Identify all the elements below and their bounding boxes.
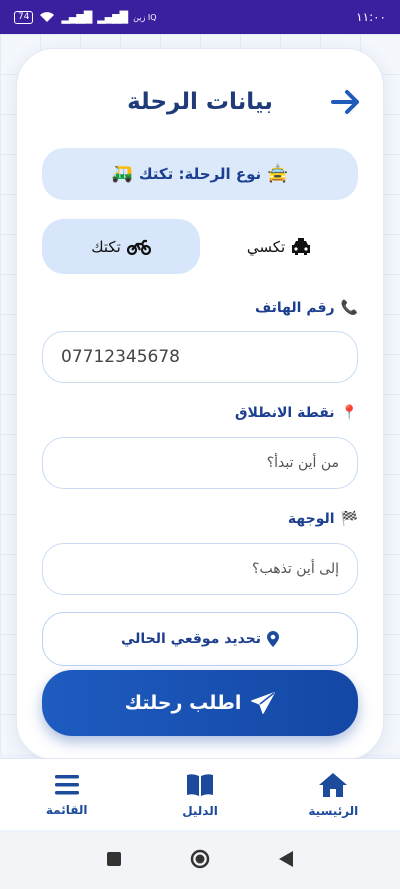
request-trip-label: اطلب رحلتك	[124, 692, 242, 714]
taxi-icon: 🚖	[267, 164, 289, 184]
send-icon	[251, 692, 276, 714]
nav-label: الرئيسية	[308, 803, 359, 818]
flag-icon: 🏁	[340, 511, 358, 527]
status-indicators: 74 ▂▄▆█ ▂▄▆█ زين IQ	[14, 10, 157, 24]
page-header: بيانات الرحلة	[16, 80, 384, 124]
vehicle-option-taxi[interactable]: تكسي	[200, 219, 358, 274]
phone-input[interactable]: 07712345678	[42, 331, 358, 383]
vehicle-toggle: تكتك تكسي	[42, 219, 358, 274]
location-pin-icon	[267, 631, 280, 647]
back-system-button[interactable]	[278, 850, 294, 872]
nav-label: القائمة	[45, 802, 88, 817]
menu-icon	[54, 774, 79, 794]
destination-label-text: الوجهة	[287, 511, 335, 527]
destination-placeholder: إلى أين تذهب؟	[252, 561, 339, 577]
home-icon	[319, 772, 348, 797]
origin-input[interactable]: من أين تبدأ؟	[42, 437, 358, 489]
wifi-icon	[40, 12, 55, 22]
request-trip-button[interactable]: اطلب رحلتك	[42, 670, 358, 736]
motorcycle-icon	[126, 239, 151, 255]
vehicle-option-tuktuk[interactable]: تكتك	[42, 219, 200, 274]
recents-button[interactable]	[106, 851, 122, 871]
arrow-right-icon	[331, 90, 359, 114]
carrier-name: زين IQ	[133, 12, 157, 22]
back-button[interactable]	[330, 86, 362, 118]
bottom-navigation: الرئيسية الدليل القائمة	[0, 758, 400, 830]
nav-item-guide[interactable]: الدليل	[140, 772, 260, 818]
status-bar: 74 ▂▄▆█ ▂▄▆█ زين IQ ١١:٠٠	[0, 0, 400, 34]
triangle-back-icon	[279, 850, 293, 867]
origin-label-text: نقطة الانطلاق	[234, 405, 335, 421]
car-icon	[292, 237, 311, 255]
phone-icon: 📞	[340, 300, 358, 316]
page-title: بيانات الرحلة	[127, 89, 273, 115]
system-navigation-bar	[0, 832, 400, 889]
origin-placeholder: من أين تبدأ؟	[266, 455, 339, 471]
rickshaw-icon: 🛺	[111, 164, 133, 184]
trip-type-text: نوع الرحلة: تكتك	[138, 165, 262, 183]
phone-value: 07712345678	[61, 347, 180, 367]
origin-label: 📍 نقطة الانطلاق	[235, 402, 358, 424]
destination-input[interactable]: إلى أين تذهب؟	[42, 543, 358, 595]
nav-label: الدليل	[182, 803, 218, 818]
locate-me-label: تحديد موقعي الحالي	[120, 631, 262, 647]
destination-label: 🏁 الوجهة	[288, 508, 358, 530]
nav-item-home[interactable]: الرئيسية	[273, 772, 393, 818]
vehicle-option-label: تكتك	[91, 237, 121, 256]
vehicle-option-label: تكسي	[246, 237, 286, 256]
signal-icon: ▂▄▆█	[61, 10, 92, 24]
signal-icon-2: ▂▄▆█	[97, 10, 128, 24]
trip-type-badge: 🚖 نوع الرحلة: تكتك 🛺	[42, 148, 358, 200]
clock: ١١:٠٠	[356, 10, 386, 24]
home-system-button[interactable]	[190, 849, 210, 873]
circle-icon	[190, 849, 210, 868]
nav-item-menu[interactable]: القائمة	[7, 773, 127, 817]
pin-icon: 📍	[340, 405, 358, 421]
square-icon	[107, 851, 121, 866]
locate-me-button[interactable]: تحديد موقعي الحالي	[42, 612, 358, 666]
book-icon	[187, 773, 214, 796]
battery-icon: 74	[14, 10, 34, 24]
phone-label-text: رقم الهاتف	[254, 300, 335, 316]
phone-label: 📞 رقم الهاتف	[255, 297, 358, 319]
